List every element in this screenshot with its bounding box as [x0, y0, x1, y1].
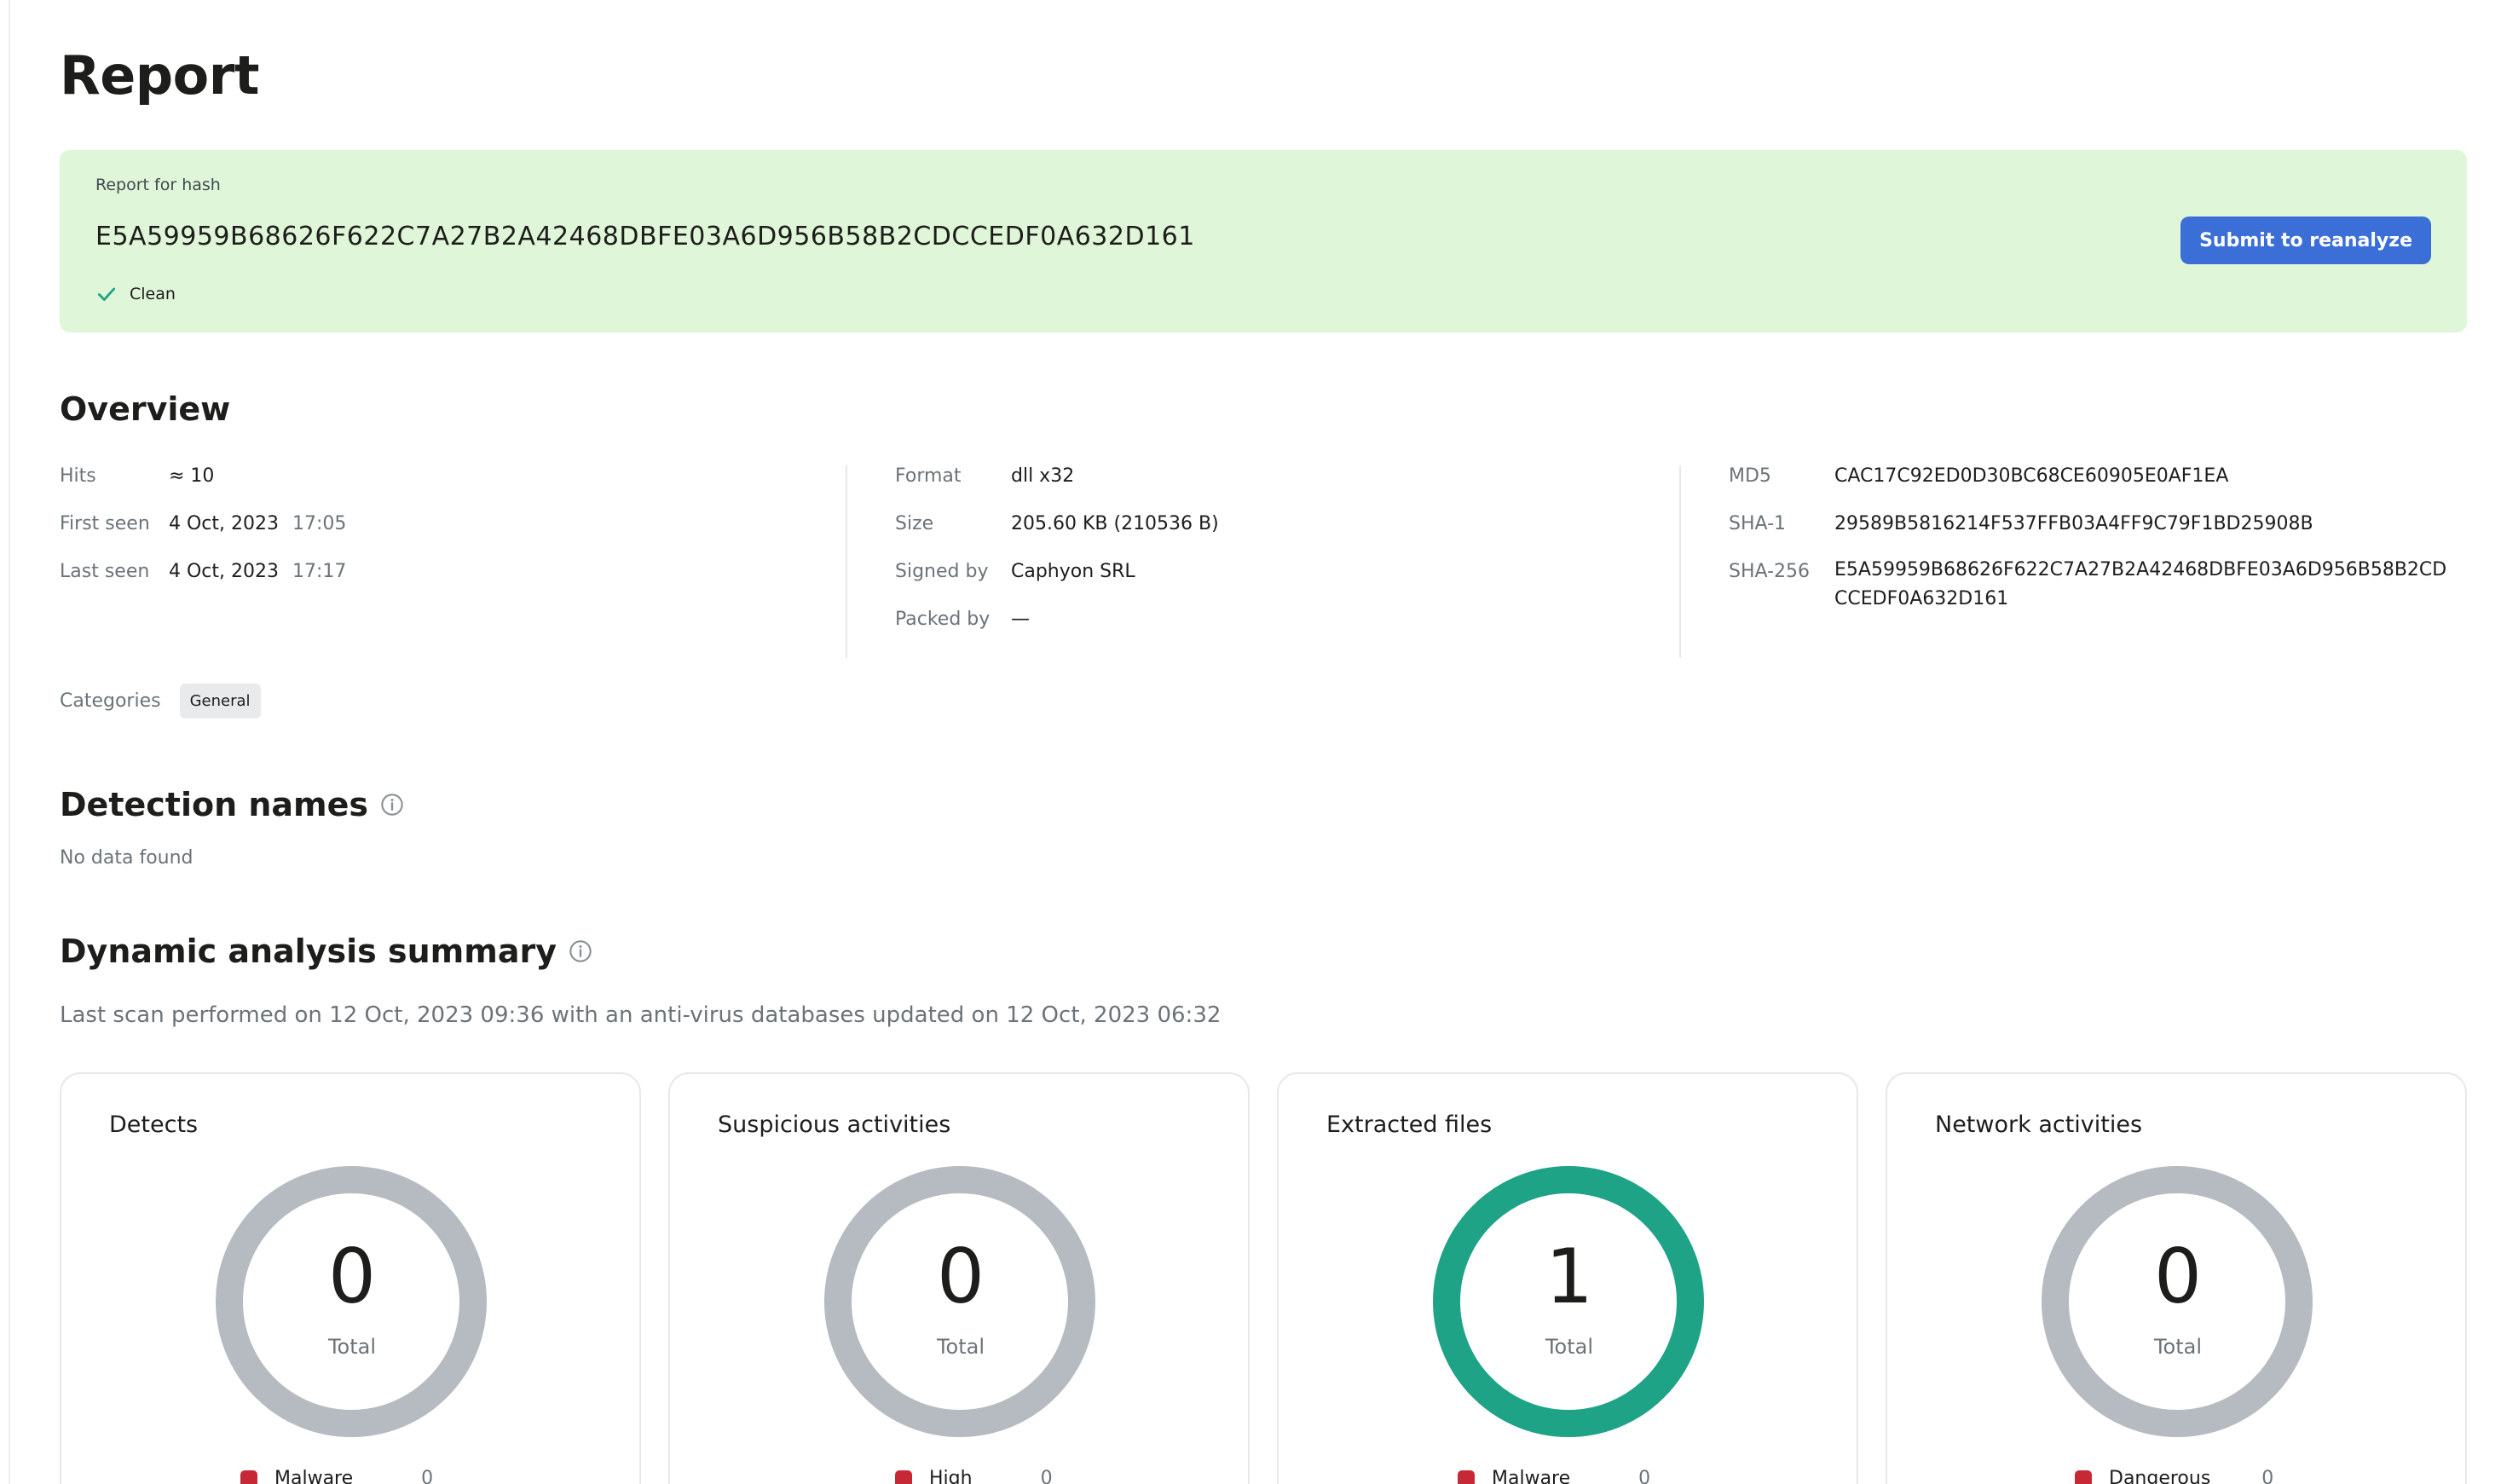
overview-value: E5A59959B68626F622C7A27B2A42468DBFE03A6D… [1834, 559, 2447, 609]
card-detects[interactable]: Detects 0 Total Malware 0 [60, 1072, 641, 1484]
overview-value: 205.60 KB (210536 B) [1011, 513, 1219, 534]
overview-row-format: Format dll x32 [895, 465, 1074, 487]
donut-total-value: 0 [2154, 1233, 2202, 1320]
overview-divider [1679, 465, 1681, 658]
overview-row-first-seen: First seen 4 Oct, 2023 17:05 [60, 513, 346, 534]
overview-value: 29589B5816214F537FFB03A4FF9C79F1BD25908B [1834, 513, 2313, 534]
detection-names-title-text: Detection names [60, 786, 369, 823]
detection-names-empty: No data found [60, 847, 193, 869]
card-title: Network activities [1935, 1112, 2143, 1138]
overview-value: — [1011, 609, 1030, 630]
donut-total-value: 0 [937, 1233, 985, 1320]
overview-value: 4 Oct, 2023 17:05 [169, 513, 346, 534]
donut-total-label: Total [1545, 1335, 1594, 1359]
overview-row-size: Size 205.60 KB (210536 B) [895, 513, 1219, 534]
overview-key: SHA-1 [1729, 513, 1787, 534]
donut-total-label: Total [2153, 1335, 2203, 1359]
overview-key: Size [895, 513, 934, 534]
info-icon[interactable] [569, 939, 592, 963]
overview-date: 4 Oct, 2023 [169, 561, 280, 582]
overview-value: Caphyon SRL [1011, 561, 1135, 582]
legend-dot [1458, 1470, 1475, 1484]
legend-count: 0 [2261, 1468, 2274, 1484]
overview-key: Format [895, 465, 962, 487]
overview-value: CAC17C92ED0D30BC68CE60905E0AF1EA [1834, 465, 2229, 487]
left-border [9, 0, 10, 1484]
legend-row: Malware 0 [1458, 1468, 1650, 1484]
overview-key: Last seen [60, 561, 150, 582]
page-title: Report [60, 44, 259, 107]
overview-row-packed-by: Packed by — [895, 609, 1030, 630]
overview-value: 4 Oct, 2023 17:17 [169, 561, 346, 582]
status-label: Clean [130, 285, 176, 303]
overview-key: Hits [60, 465, 96, 487]
categories-row: Categories General [60, 684, 261, 719]
categories-label: Categories [60, 690, 161, 712]
overview-key: Packed by [895, 609, 991, 630]
overview-row-signed-by: Signed by Caphyon SRL [895, 561, 1135, 582]
legend-row: Dangerous 0 [2075, 1468, 2273, 1484]
overview-time: 17:05 [292, 513, 347, 534]
overview-grid: Hits ≈ 10 First seen 4 Oct, 2023 17:05 La… [60, 465, 2467, 661]
overview-key: SHA-256 [1729, 561, 1811, 582]
category-chip[interactable]: General [179, 684, 261, 719]
legend-dot [895, 1470, 912, 1484]
card-extracted-files[interactable]: Extracted files 1 Total Malware 0 [1277, 1072, 1858, 1484]
donut-total-value: 1 [1545, 1233, 1593, 1320]
scan-info: Last scan performed on 12 Oct, 2023 09:3… [60, 1002, 1222, 1028]
overview-key: Signed by [895, 561, 989, 582]
legend-name: Dangerous [2109, 1468, 2211, 1484]
legend-count: 0 [421, 1468, 434, 1484]
legend-name: Malware [274, 1468, 354, 1484]
legend-dot [2075, 1470, 2092, 1484]
card-network-activities[interactable]: Network activities 0 Total Dangerous 0 [1886, 1072, 2467, 1484]
submit-to-reanalyze-button[interactable]: Submit to reanalyze [2180, 217, 2431, 264]
legend-count: 0 [1040, 1468, 1053, 1484]
legend-row: High 0 [895, 1468, 1053, 1484]
card-title: Extracted files [1326, 1112, 1493, 1138]
card-title: Suspicious activities [718, 1112, 951, 1138]
detection-names-title: Detection names [60, 786, 404, 823]
overview-row-last-seen: Last seen 4 Oct, 2023 17:17 [60, 561, 346, 582]
hash-label: Report for hash [95, 176, 221, 194]
overview-title: Overview [60, 390, 230, 428]
card-suspicious-activities[interactable]: Suspicious activities 0 Total High 0 [668, 1072, 1250, 1484]
card-title: Detects [109, 1112, 199, 1138]
overview-date: 4 Oct, 2023 [169, 513, 280, 534]
overview-row-hits: Hits ≈ 10 [60, 465, 214, 487]
donut-total-label: Total [327, 1335, 377, 1359]
legend-name: Malware [1492, 1468, 1571, 1484]
info-icon[interactable] [380, 793, 404, 817]
overview-time: 17:17 [292, 561, 347, 582]
hash-banner: Report for hash E5A59959B68626F622C7A27B… [60, 150, 2467, 332]
report-page: Report Report for hash E5A59959B68626F62… [0, 0, 2501, 1484]
overview-value: ≈ 10 [169, 465, 215, 487]
status-row: Clean [95, 283, 176, 305]
legend-dot [240, 1470, 257, 1484]
overview-row-sha256: SHA-256 E5A59959B68626F622C7A27B2A42468D… [1729, 559, 2446, 609]
overview-row-sha1: SHA-1 29589B5816214F537FFB03A4FF9C79F1BD… [1729, 513, 2313, 534]
overview-key: MD5 [1729, 465, 1771, 487]
dynamic-analysis-title-text: Dynamic analysis summary [60, 933, 557, 970]
legend-row: Malware 0 [240, 1468, 433, 1484]
overview-key: First seen [60, 513, 150, 534]
overview-row-md5: MD5 CAC17C92ED0D30BC68CE60905E0AF1EA [1729, 465, 2228, 487]
legend-name: High [929, 1468, 973, 1484]
overview-divider [846, 465, 847, 658]
donut-total-value: 0 [328, 1233, 376, 1320]
overview-value: dll x32 [1011, 465, 1075, 487]
donut-total-label: Total [936, 1335, 985, 1359]
check-icon [97, 287, 116, 301]
overview-title-text: Overview [60, 390, 231, 428]
dynamic-analysis-title: Dynamic analysis summary [60, 933, 592, 970]
hash-value: E5A59959B68626F622C7A27B2A42468DBFE03A6D… [95, 222, 1195, 251]
legend-count: 0 [1638, 1468, 1651, 1484]
